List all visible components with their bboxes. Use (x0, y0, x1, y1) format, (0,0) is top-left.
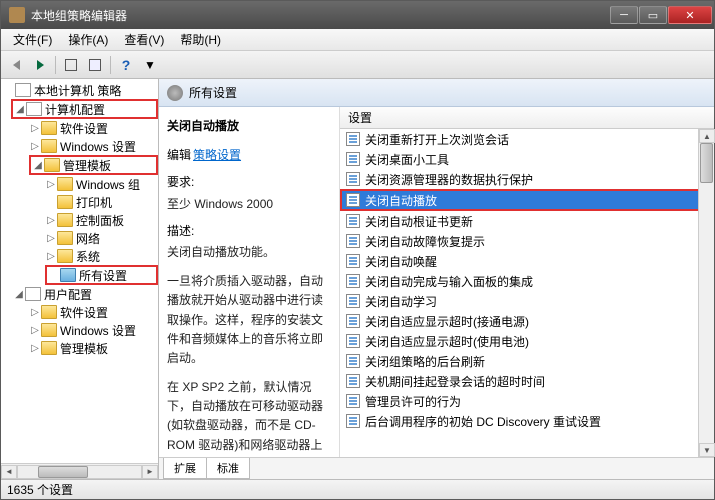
forward-button[interactable] (29, 54, 51, 76)
tree-item[interactable]: ▷Windows 设置 (1, 321, 158, 339)
menubar: 文件(F) 操作(A) 查看(V) 帮助(H) (1, 29, 714, 51)
toolbar: ? ▼ (1, 51, 714, 79)
list-row[interactable]: 关闭自动播放 (340, 189, 714, 211)
list-item-label: 关闭重新打开上次浏览会话 (365, 131, 509, 148)
list-item-label: 关闭自动唤醒 (365, 253, 437, 270)
list-row[interactable]: 关闭自动根证书更新 (340, 211, 714, 231)
minimize-button[interactable]: ─ (610, 6, 638, 24)
tree-item[interactable]: ▷软件设置 (1, 303, 158, 321)
tree-item[interactable]: ▷管理模板 (1, 339, 158, 357)
list-item-label: 关闭组策略的后台刷新 (365, 353, 485, 370)
list-row[interactable]: 关机期间挂起登录会话的超时时间 (340, 371, 714, 391)
list-row[interactable]: 关闭资源管理器的数据执行保护 (340, 169, 714, 189)
list-row[interactable]: 关闭桌面小工具 (340, 149, 714, 169)
list-row[interactable]: 关闭组策略的后台刷新 (340, 351, 714, 371)
tree-user-config[interactable]: ◢用户配置 (1, 285, 158, 303)
list-row[interactable]: 关闭重新打开上次浏览会话 (340, 129, 714, 149)
list-item-label: 关闭自适应显示超时(使用电池) (365, 333, 529, 350)
tree-root[interactable]: 本地计算机 策略 (1, 81, 158, 99)
policy-icon (346, 152, 360, 166)
list-row[interactable]: 关闭自适应显示超时(使用电池) (340, 331, 714, 351)
list-v-scrollbar[interactable]: ▲▼ (698, 129, 714, 457)
policy-icon (346, 394, 360, 408)
list-item-label: 关闭自动学习 (365, 293, 437, 310)
menu-action[interactable]: 操作(A) (60, 29, 116, 50)
nav-tree[interactable]: 本地计算机 策略 ◢计算机配置 ▷软件设置 ▷Windows 设置 ◢管理模板 … (1, 79, 158, 463)
list-item-label: 关闭自动根证书更新 (365, 213, 473, 230)
list-row[interactable]: 关闭自适应显示超时(接通电源) (340, 311, 714, 331)
tab-extended[interactable]: 扩展 (163, 458, 207, 479)
tree-item[interactable]: ▷系统 (1, 247, 158, 265)
policy-icon (346, 214, 360, 228)
status-bar: 1635 个设置 (1, 479, 714, 499)
list-row[interactable]: 后台调用程序的初始 DC Discovery 重试设置 (340, 411, 714, 431)
content-pane: 所有设置 关闭自动播放 编辑策略设置 要求: 至少 Windows 2000 描… (159, 79, 714, 479)
status-text: 1635 个设置 (7, 481, 73, 498)
list-item-label: 后台调用程序的初始 DC Discovery 重试设置 (365, 413, 601, 430)
policy-icon (346, 334, 360, 348)
list-row[interactable]: 关闭自动学习 (340, 291, 714, 311)
list-column-header[interactable]: 设置 (340, 107, 714, 129)
up-button[interactable] (60, 54, 82, 76)
description-pane: 关闭自动播放 编辑策略设置 要求: 至少 Windows 2000 描述: 关闭… (159, 107, 339, 457)
policy-title: 关闭自动播放 (167, 117, 331, 136)
policy-icon (346, 234, 360, 248)
list-item-label: 关闭自适应显示超时(接通电源) (365, 313, 529, 330)
policy-icon (346, 193, 360, 207)
window-title: 本地组策略编辑器 (31, 7, 609, 24)
help-button[interactable]: ? (115, 54, 137, 76)
menu-help[interactable]: 帮助(H) (172, 29, 229, 50)
tree-item[interactable]: ▷软件设置 (1, 119, 158, 137)
content-header-text: 所有设置 (189, 84, 237, 101)
list-item-label: 关闭资源管理器的数据执行保护 (365, 171, 533, 188)
tree-pane: 本地计算机 策略 ◢计算机配置 ▷软件设置 ▷Windows 设置 ◢管理模板 … (1, 79, 159, 479)
close-button[interactable]: ✕ (668, 6, 712, 24)
tree-item[interactable]: ▷Windows 组 (1, 175, 158, 193)
policy-icon (346, 132, 360, 146)
list-item-label: 关闭桌面小工具 (365, 151, 449, 168)
maximize-button[interactable]: ▭ (639, 6, 667, 24)
tree-item[interactable]: ▷Windows 设置 (1, 137, 158, 155)
policy-icon (346, 354, 360, 368)
content-header: 所有设置 (159, 79, 714, 107)
view-tabs: 扩展 标准 (159, 457, 714, 479)
list-row[interactable]: 关闭自动完成与输入面板的集成 (340, 271, 714, 291)
list-row[interactable]: 关闭自动故障恢复提示 (340, 231, 714, 251)
tab-standard[interactable]: 标准 (206, 458, 250, 479)
tree-all-settings[interactable]: 所有设置 (45, 265, 158, 285)
policy-icon (346, 254, 360, 268)
show-hide-button[interactable] (84, 54, 106, 76)
tree-h-scrollbar[interactable]: ◄► (1, 463, 158, 479)
policy-icon (346, 172, 360, 186)
list-row[interactable]: 管理员许可的行为 (340, 391, 714, 411)
tree-item[interactable]: ▷控制面板 (1, 211, 158, 229)
list-item-label: 关闭自动故障恢复提示 (365, 233, 485, 250)
back-button[interactable] (5, 54, 27, 76)
app-icon (9, 7, 25, 23)
policy-icon (346, 414, 360, 428)
list-item-label: 管理员许可的行为 (365, 393, 461, 410)
tree-item[interactable]: 打印机 (1, 193, 158, 211)
policy-icon (346, 274, 360, 288)
settings-list-pane: 设置 关闭重新打开上次浏览会话关闭桌面小工具关闭资源管理器的数据执行保护关闭自动… (339, 107, 714, 457)
list-item-label: 关闭自动播放 (365, 192, 437, 209)
tree-computer-config[interactable]: ◢计算机配置 (11, 99, 158, 119)
tree-admin-templates[interactable]: ◢管理模板 (29, 155, 158, 175)
list-item-label: 关机期间挂起登录会话的超时时间 (365, 373, 545, 390)
menu-file[interactable]: 文件(F) (5, 29, 60, 50)
settings-list[interactable]: 关闭重新打开上次浏览会话关闭桌面小工具关闭资源管理器的数据执行保护关闭自动播放关… (340, 129, 714, 457)
edit-policy-link[interactable]: 策略设置 (193, 148, 241, 162)
tree-item[interactable]: ▷网络 (1, 229, 158, 247)
list-row[interactable]: 关闭自动唤醒 (340, 251, 714, 271)
gear-icon (167, 85, 183, 101)
list-item-label: 关闭自动完成与输入面板的集成 (365, 273, 533, 290)
policy-icon (346, 294, 360, 308)
filter-button[interactable]: ▼ (139, 54, 161, 76)
titlebar[interactable]: 本地组策略编辑器 ─ ▭ ✕ (1, 1, 714, 29)
policy-icon (346, 374, 360, 388)
policy-icon (346, 314, 360, 328)
app-window: 本地组策略编辑器 ─ ▭ ✕ 文件(F) 操作(A) 查看(V) 帮助(H) ?… (0, 0, 715, 500)
menu-view[interactable]: 查看(V) (116, 29, 172, 50)
